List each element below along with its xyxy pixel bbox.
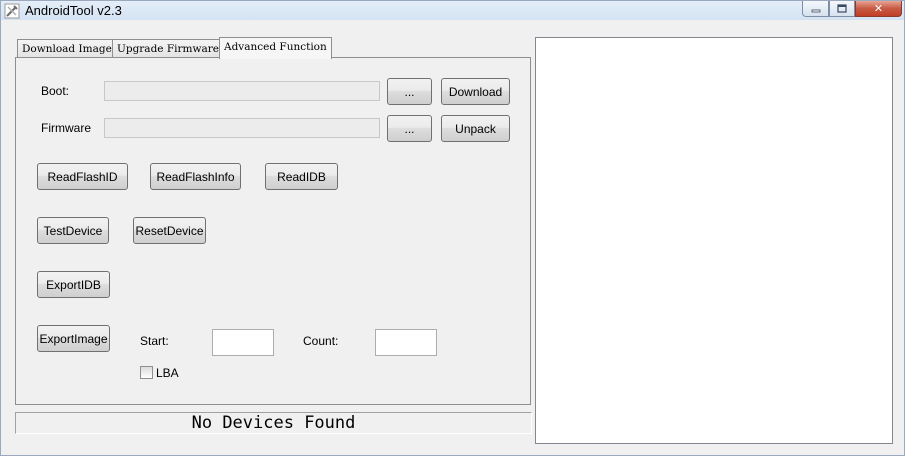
read-flash-id-button[interactable]: ReadFlashID xyxy=(37,163,128,190)
count-label: Count: xyxy=(303,334,339,348)
close-button[interactable]: ✕ xyxy=(855,1,902,17)
device-status-text: No Devices Found xyxy=(191,413,356,433)
lba-checkbox[interactable] xyxy=(140,366,153,379)
start-input[interactable] xyxy=(212,329,274,356)
download-button[interactable]: Download xyxy=(441,78,510,105)
title-bar[interactable]: AndroidTool v2.3 ✕ xyxy=(1,1,904,20)
read-flash-info-button[interactable]: ReadFlashInfo xyxy=(150,163,241,190)
tab-download-image[interactable]: Download Image xyxy=(17,39,117,58)
maximize-icon xyxy=(837,4,847,13)
test-device-button[interactable]: TestDevice xyxy=(37,217,109,244)
tab-label: Advanced Function xyxy=(224,41,327,53)
start-label: Start: xyxy=(140,334,169,348)
boot-path-field[interactable] xyxy=(104,81,380,101)
window-title: AndroidTool v2.3 xyxy=(25,3,122,18)
firmware-label: Firmware xyxy=(41,121,91,135)
unpack-button[interactable]: Unpack xyxy=(441,115,510,142)
read-idb-button[interactable]: ReadIDB xyxy=(265,163,338,190)
tab-advanced-function[interactable]: Advanced Function xyxy=(219,37,332,59)
export-idb-button[interactable]: ExportIDB xyxy=(37,271,110,298)
firmware-path-field[interactable] xyxy=(104,118,380,138)
tab-label: Download Image xyxy=(22,43,112,55)
device-status-bar: No Devices Found xyxy=(15,412,532,434)
lba-label: LBA xyxy=(156,366,179,380)
tab-label: Upgrade Firmware xyxy=(117,43,219,55)
boot-browse-button[interactable]: ... xyxy=(387,78,432,105)
reset-device-button[interactable]: ResetDevice xyxy=(133,217,206,244)
export-image-button[interactable]: ExportImage xyxy=(37,325,110,352)
count-input[interactable] xyxy=(375,329,437,356)
firmware-browse-button[interactable]: ... xyxy=(387,115,432,142)
maximize-button[interactable] xyxy=(829,1,855,17)
minimize-button[interactable] xyxy=(802,1,829,17)
log-output-area[interactable] xyxy=(535,37,893,444)
tab-upgrade-firmware[interactable]: Upgrade Firmware xyxy=(112,39,224,58)
android-tool-icon xyxy=(4,3,20,19)
boot-label: Boot: xyxy=(41,84,70,98)
minimize-icon xyxy=(811,9,820,12)
main-window: AndroidTool v2.3 ✕ Download Image Upgrad… xyxy=(0,0,905,456)
close-icon: ✕ xyxy=(873,2,884,15)
